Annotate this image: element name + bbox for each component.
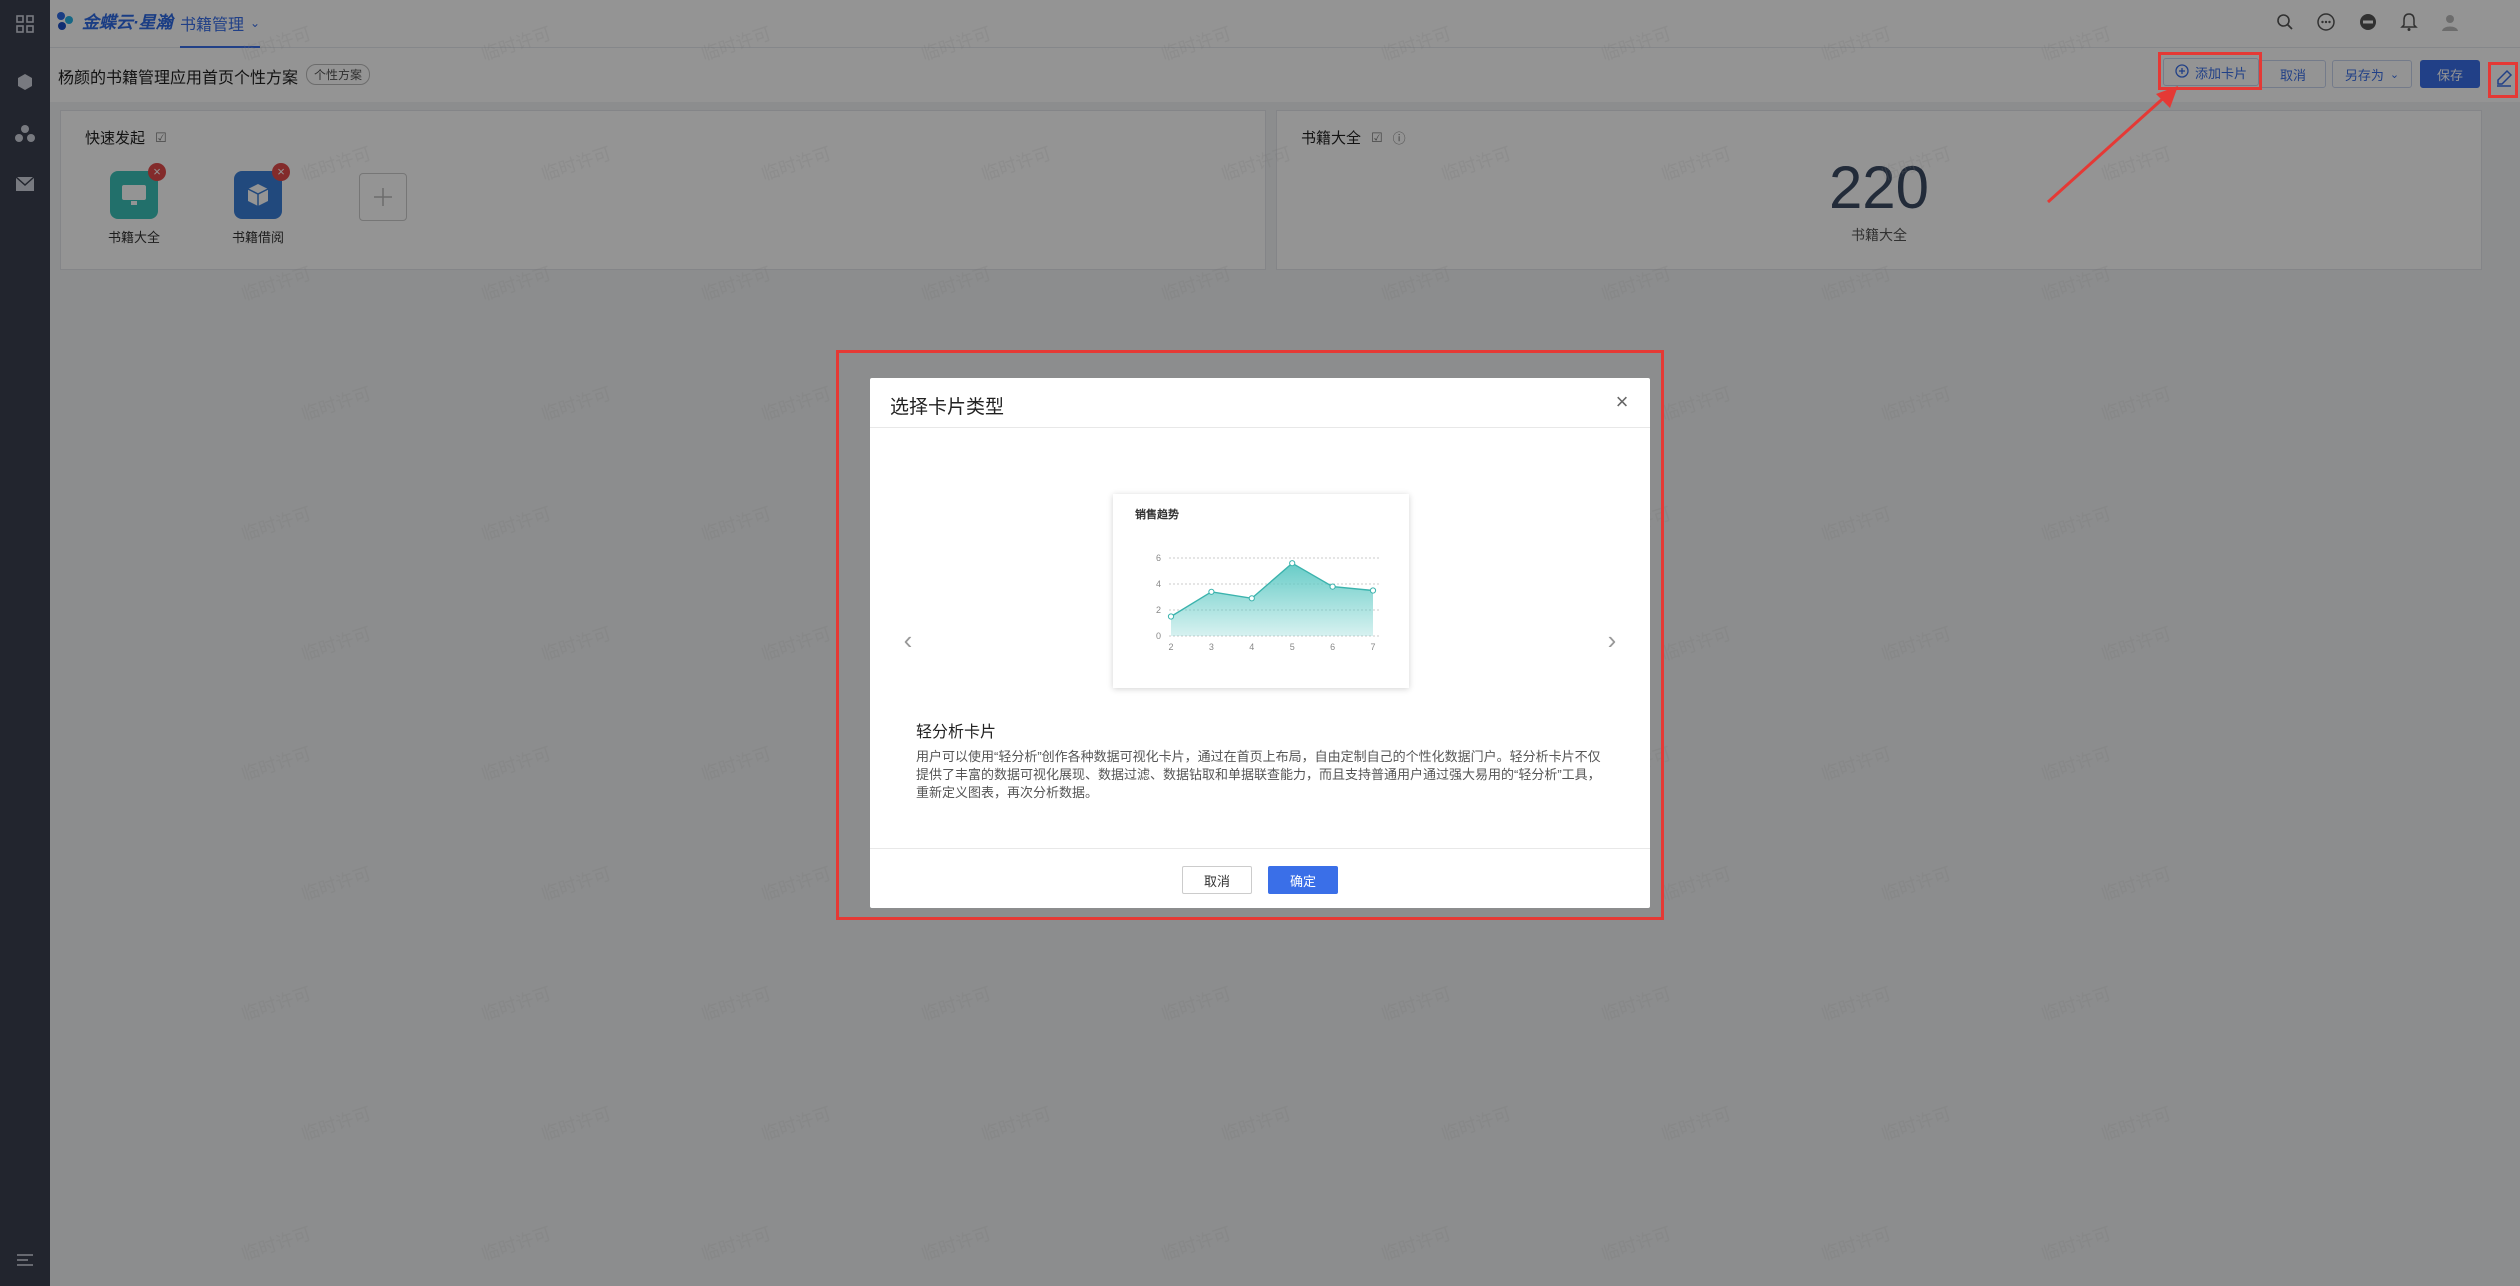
annotation-dialog-box <box>836 350 1664 920</box>
annotation-arrow <box>2046 86 2178 204</box>
annotation-edit-icon-box <box>2488 62 2518 98</box>
